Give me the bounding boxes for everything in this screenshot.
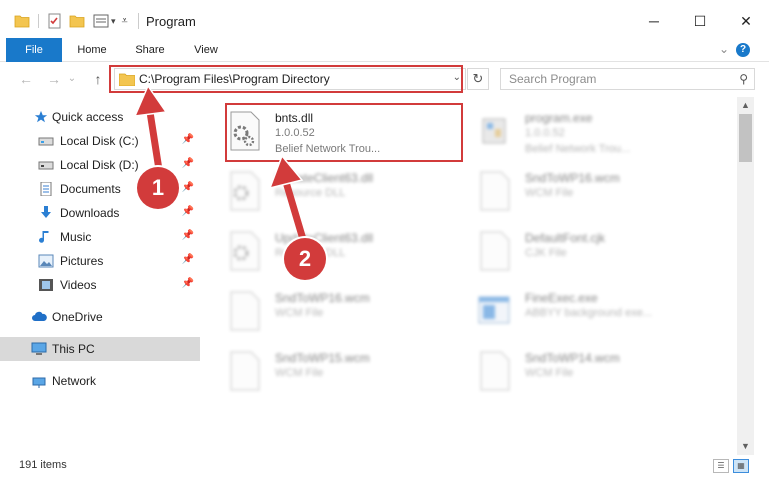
arrow-1-head: [133, 84, 168, 117]
callout-two: 2: [284, 238, 326, 280]
arrow-2-head: [268, 154, 304, 190]
arrow-2: [282, 178, 309, 250]
callout-one: 1: [137, 167, 179, 209]
annotation-arrows: [133, 84, 309, 250]
